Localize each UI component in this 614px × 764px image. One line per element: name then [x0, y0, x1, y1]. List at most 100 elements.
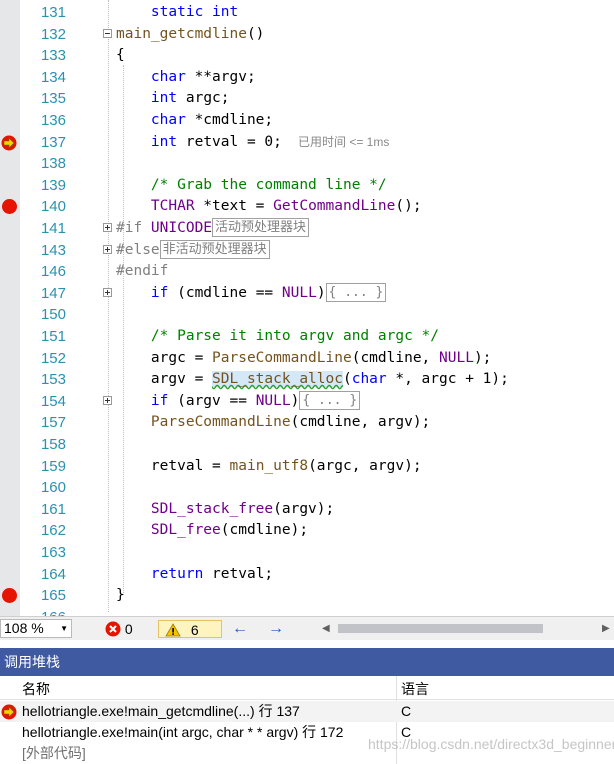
code-line[interactable]: 132 main_getcmdline() — [0, 24, 614, 46]
code-line[interactable]: 133 { — [0, 45, 614, 67]
frame-language: C — [401, 703, 412, 719]
callstack-row[interactable]: hellotriangle.exe!main_getcmdline(...) 行… — [0, 701, 614, 722]
code-line[interactable]: 161 SDL_stack_free(argv); — [0, 499, 614, 521]
column-header-language[interactable]: 语言 — [401, 679, 429, 699]
expand-icon[interactable] — [103, 395, 112, 405]
line-number: 159 — [40, 457, 66, 475]
line-number: 160 — [40, 479, 66, 497]
nav-forward-icon[interactable]: → — [268, 620, 284, 638]
expand-icon[interactable] — [103, 223, 112, 232]
line-number: 158 — [40, 436, 66, 453]
collapsed-region[interactable]: 活动预处理器块 — [212, 218, 310, 237]
nav-back-icon[interactable]: ← — [232, 620, 248, 638]
horizontal-scrollbar-thumb[interactable] — [338, 624, 543, 633]
code-text: TCHAR *text = GetCommandLine(); — [150, 198, 422, 215]
collapse-icon[interactable] — [103, 28, 112, 38]
error-icon — [105, 621, 121, 637]
code-editor[interactable]: 131 static int 132 main_getcmdline() 133{13… — [0, 0, 614, 616]
line-number: 133 — [40, 47, 66, 65]
code-text: argc = ParseCommandLine(cmdline, NULL); — [150, 349, 492, 366]
code-line[interactable]: 136 char *cmdline; — [0, 110, 614, 132]
code-line[interactable]: 163 — [0, 542, 614, 564]
code-line[interactable]: 166 — [0, 607, 614, 616]
code-line[interactable]: 164 return retval; — [0, 564, 614, 586]
code-text: #if UNICODE 活动预处理器块 — [116, 218, 310, 240]
breakpoint-icon[interactable] — [2, 199, 17, 215]
expand-icon[interactable] — [103, 244, 112, 254]
line-number: 165 — [40, 587, 66, 605]
code-line[interactable]: 157 ParseCommandLine(cmdline, argv); — [0, 412, 614, 434]
line-number: 132 — [40, 25, 66, 43]
line-number: 164 — [40, 565, 66, 583]
line-number: 163 — [40, 544, 66, 561]
collapsed-region[interactable]: { ... } — [299, 390, 361, 410]
code-line[interactable]: 134 char **argv; — [0, 67, 614, 89]
expand-icon[interactable] — [103, 287, 112, 297]
line-number: 141 — [40, 220, 66, 237]
code-line[interactable]: 150 — [0, 304, 614, 326]
code-text: ParseCommandLine(cmdline, argv); — [150, 414, 431, 431]
frame-name: hellotriangle.exe!main(int argc, char * … — [22, 724, 344, 740]
scroll-left-icon[interactable]: ◀ — [322, 620, 330, 638]
frame-name: [外部代码] — [22, 745, 86, 761]
collapsed-region[interactable]: { ... } — [325, 282, 387, 302]
code-text: #else 非活动预处理器块 — [116, 239, 270, 262]
editor-status-bar: 108 % ▼ 0 6 ← → ◀ ▶ — [0, 616, 614, 640]
code-line[interactable]: 153 argv = SDL_stack_alloc(char *, argc … — [0, 369, 614, 391]
perf-tip[interactable]: 已用时间 <= 1ms — [298, 132, 389, 154]
code-line[interactable]: 131 static int — [0, 2, 614, 24]
scroll-right-icon[interactable]: ▶ — [602, 620, 610, 638]
callstack-panel-title: 调用堆栈 — [0, 648, 614, 676]
breakpoint-icon[interactable] — [2, 588, 17, 604]
current-statement-icon[interactable] — [1, 135, 17, 151]
code-line[interactable]: 147 if (cmdline == NULL){ ... } — [0, 282, 614, 305]
code-text: if (argv == NULL){ ... } — [116, 390, 361, 413]
warning-count-button[interactable]: 6 — [158, 620, 222, 638]
code-text: SDL_free(cmdline); — [150, 522, 309, 539]
code-line[interactable]: 140 TCHAR *text = GetCommandLine(); — [0, 196, 614, 218]
code-text: main_getcmdline() — [116, 25, 265, 42]
error-count-button[interactable]: 0 — [105, 620, 133, 638]
code-text: char **argv; — [150, 68, 256, 85]
zoom-level: 108 % — [4, 620, 44, 636]
column-header-name[interactable]: 名称 — [22, 679, 50, 699]
code-line[interactable]: 138 — [0, 153, 614, 175]
line-number: 150 — [40, 306, 66, 324]
code-line[interactable]: 139 /* Grab the command line */ — [0, 175, 614, 197]
code-line[interactable]: 162 SDL_free(cmdline); — [0, 520, 614, 542]
code-line[interactable]: 146 #endif — [0, 261, 614, 283]
code-text: /* Parse it into argv and argc */ — [150, 328, 440, 344]
code-text: /* Grab the command line */ — [150, 176, 387, 193]
code-line[interactable]: 154 if (argv == NULL){ ... } — [0, 390, 614, 413]
line-number: 139 — [40, 176, 66, 194]
line-number: 136 — [40, 112, 66, 129]
code-line[interactable]: 152 argc = ParseCommandLine(cmdline, NUL… — [0, 348, 614, 370]
code-line[interactable]: 151 /* Parse it into argv and argc */ — [0, 326, 614, 348]
code-text: return retval; — [150, 565, 274, 582]
line-number: 143 — [40, 241, 66, 259]
line-number: 140 — [40, 198, 66, 216]
code-line[interactable]: 158 — [0, 434, 614, 456]
line-number: 161 — [40, 500, 66, 518]
line-number: 131 — [40, 4, 66, 21]
error-count: 0 — [124, 621, 133, 637]
code-line[interactable]: 141 #if UNICODE 活动预处理器块 — [0, 218, 614, 240]
line-number: 157 — [40, 414, 66, 432]
code-line[interactable]: 135 int argc; — [0, 88, 614, 110]
line-number: 154 — [40, 392, 66, 410]
code-line[interactable]: 160 — [0, 477, 614, 499]
code-line[interactable]: 159 retval = main_utf8(argc, argv); — [0, 456, 614, 478]
code-text: #endif — [116, 263, 169, 280]
code-text: } — [116, 587, 125, 604]
code-text: if (cmdline == NULL){ ... } — [116, 282, 387, 305]
line-number: 146 — [40, 263, 66, 281]
callstack-header: 名称 语言 — [0, 676, 614, 700]
chevron-down-icon: ▼ — [60, 624, 68, 633]
code-text: int argc; — [150, 90, 230, 107]
code-line[interactable]: 143 #else 非活动预处理器块 — [0, 239, 614, 262]
zoom-dropdown[interactable]: 108 % ▼ — [0, 619, 72, 638]
code-text: static int — [150, 4, 239, 20]
code-line[interactable]: 137 int retval = 0; 已用时间 <= 1ms — [0, 132, 614, 154]
collapsed-region[interactable]: 非活动预处理器块 — [159, 239, 270, 259]
code-line[interactable]: 165} — [0, 585, 614, 607]
